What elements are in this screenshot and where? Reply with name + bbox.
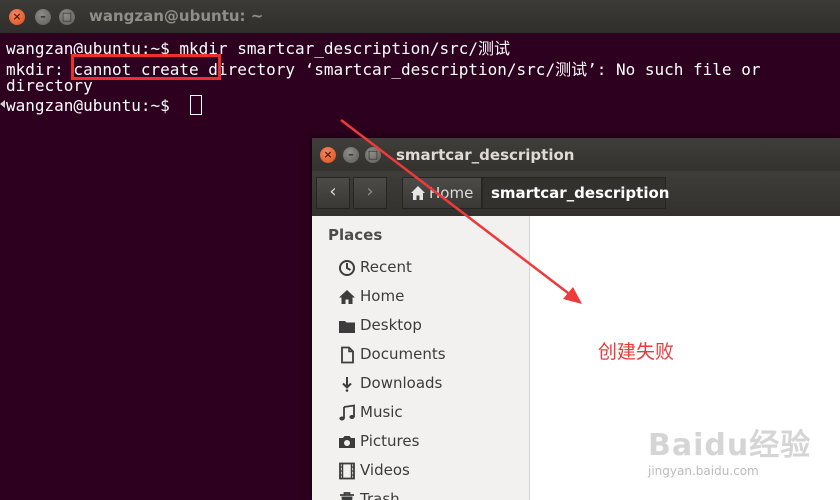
- watermark-url: jingyan.baidu.com: [648, 464, 759, 478]
- chevron-right-icon: ›: [366, 181, 374, 202]
- places-sidebar: Places Recent Home Desktop Documents Dow…: [312, 216, 530, 500]
- terminal-line-prompt: wangzan@ubuntu:~$: [6, 96, 180, 115]
- downloads-icon: [342, 377, 352, 392]
- sidebar-item-label: Downloads: [360, 374, 443, 392]
- sidebar-item-label: Home: [360, 287, 405, 305]
- maximize-icon[interactable]: □: [59, 9, 75, 25]
- path-home-label: Home: [429, 184, 474, 202]
- baidu-watermark: Baidu经验: [648, 428, 812, 463]
- sidebar-item-label: Recent: [360, 258, 412, 276]
- sidebar-item-label: Music: [360, 403, 403, 421]
- sidebar-item-label: Trash: [360, 490, 400, 500]
- terminal-title: wangzan@ubuntu: ~: [89, 7, 264, 25]
- annotation-label: 创建失败: [598, 341, 675, 363]
- close-icon[interactable]: ×: [320, 147, 336, 163]
- documents-icon: [341, 346, 354, 364]
- file-manager-title: smartcar_description: [396, 146, 575, 164]
- terminal-cursor: [190, 95, 202, 115]
- desktop-icon: [339, 321, 355, 333]
- sidebar-item-label: Desktop: [360, 316, 422, 334]
- file-manager-titlebar: × – □ smartcar_description: [312, 138, 840, 171]
- terminal-titlebar: × – □ wangzan@ubuntu: ~: [0, 0, 840, 34]
- forward-button[interactable]: ›: [353, 177, 387, 209]
- error-highlight-box: [71, 54, 221, 80]
- chevron-left-icon: ‹: [329, 181, 337, 202]
- close-icon[interactable]: ×: [9, 9, 25, 25]
- path-current-button[interactable]: smartcar_description: [482, 177, 669, 209]
- home-icon: [339, 290, 355, 304]
- sidebar-item-label: Pictures: [360, 432, 420, 450]
- home-icon: [411, 186, 425, 200]
- minimize-icon[interactable]: –: [343, 147, 359, 163]
- left-edge-marker: [0, 100, 5, 108]
- path-home-button[interactable]: Home: [402, 177, 482, 209]
- file-manager-toolbar: ‹ › Home smartcar_description: [312, 171, 840, 217]
- sidebar-item-label: Videos: [360, 461, 410, 479]
- maximize-icon[interactable]: □: [365, 147, 381, 163]
- places-heading: Places: [328, 226, 383, 244]
- pictures-icon: [339, 436, 355, 448]
- videos-icon: [339, 462, 355, 480]
- recent-icon: [339, 260, 355, 276]
- back-button[interactable]: ‹: [316, 177, 350, 209]
- minimize-icon[interactable]: –: [35, 9, 51, 25]
- music-icon: [339, 404, 355, 421]
- sidebar-item-label: Documents: [360, 345, 446, 363]
- trash-icon: [340, 492, 354, 500]
